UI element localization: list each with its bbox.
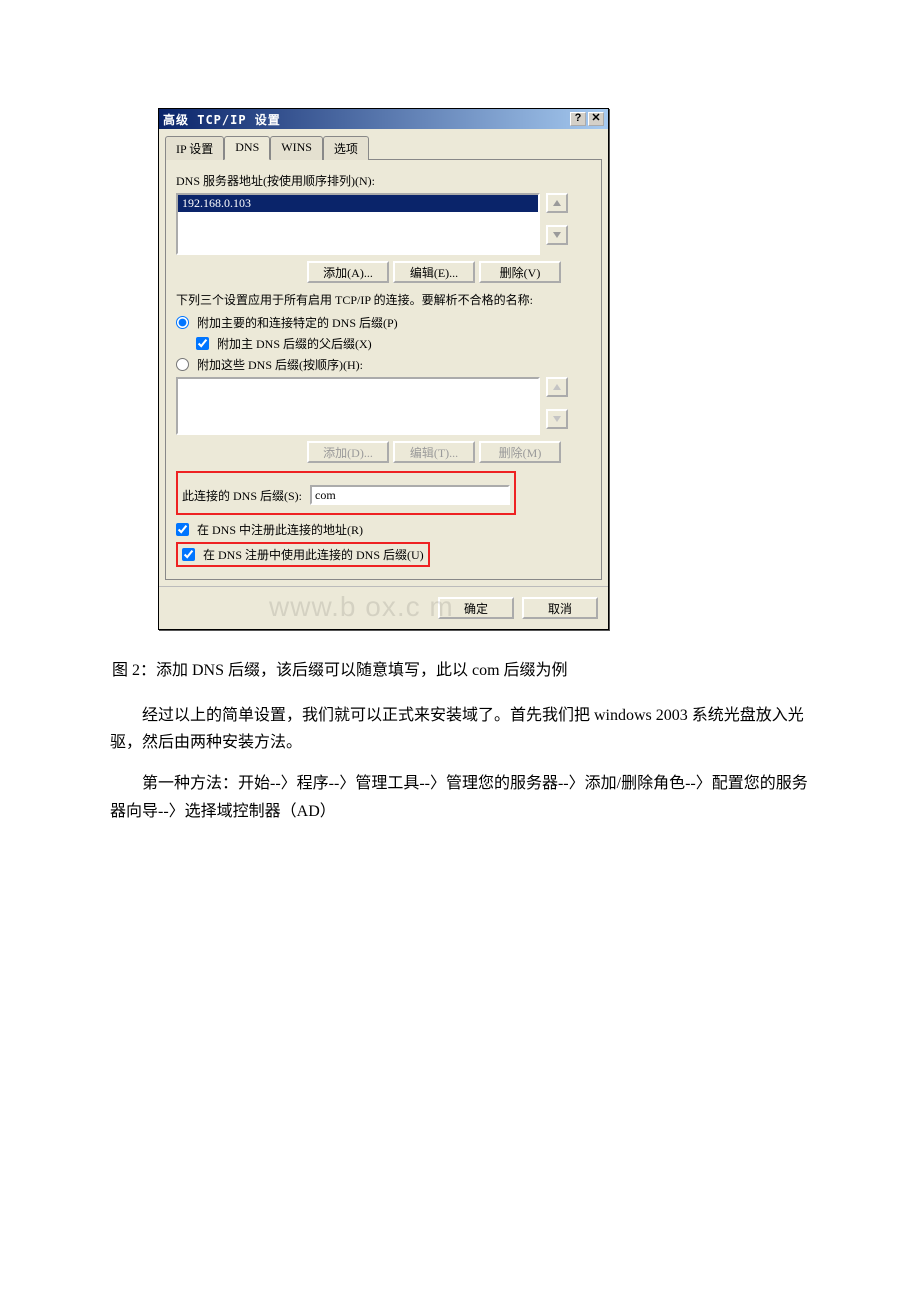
dns-tab-panel: DNS 服务器地址(按使用顺序排列)(N): 192.168.0.103 添加(… xyxy=(165,159,602,580)
edit-dns-server-button[interactable]: 编辑(E)... xyxy=(393,261,475,283)
dialog-title: 高级 TCP/IP 设置 xyxy=(163,111,281,128)
radio-primary-suffix-label: 附加主要的和连接特定的 DNS 后缀(P) xyxy=(197,314,398,331)
add-suffix-button[interactable]: 添加(D)... xyxy=(307,441,389,463)
watermark-text: www.b ox.c m xyxy=(269,591,454,623)
checkbox-register-address[interactable] xyxy=(176,523,189,536)
radio-primary-suffix[interactable] xyxy=(176,316,189,329)
dialog-footer: www.b ox.c m 确定 取消 xyxy=(159,586,608,629)
dns-server-item[interactable]: 192.168.0.103 xyxy=(178,195,538,212)
connection-suffix-input[interactable] xyxy=(310,485,510,505)
edit-suffix-button[interactable]: 编辑(T)... xyxy=(393,441,475,463)
connection-suffix-label: 此连接的 DNS 后缀(S): xyxy=(182,487,302,504)
move-up-button[interactable] xyxy=(546,193,568,213)
help-icon[interactable]: ? xyxy=(570,112,586,126)
radio-these-suffixes-label: 附加这些 DNS 后缀(按顺序)(H): xyxy=(197,356,363,373)
body-paragraph-2: 第一种方法：开始--〉程序--〉管理工具--〉管理您的服务器--〉添加/删除角色… xyxy=(110,770,810,824)
checkbox-register-address-label: 在 DNS 中注册此连接的地址(R) xyxy=(197,521,363,538)
checkbox-parent-suffix-label: 附加主 DNS 后缀的父后缀(X) xyxy=(217,335,372,352)
radio-these-suffixes[interactable] xyxy=(176,358,189,371)
three-settings-text: 下列三个设置应用于所有启用 TCP/IP 的连接。要解析不合格的名称: xyxy=(176,291,591,308)
tab-wins[interactable]: WINS xyxy=(270,136,323,160)
move-down-button[interactable] xyxy=(546,225,568,245)
close-icon[interactable]: ✕ xyxy=(588,112,604,126)
cancel-button[interactable]: 取消 xyxy=(522,597,598,619)
add-dns-server-button[interactable]: 添加(A)... xyxy=(307,261,389,283)
dns-servers-list[interactable]: 192.168.0.103 xyxy=(176,193,540,255)
suffix-move-down-button[interactable] xyxy=(546,409,568,429)
tab-ip-settings[interactable]: IP 设置 xyxy=(165,136,224,160)
dns-suffix-list[interactable] xyxy=(176,377,540,435)
figure-caption: 图 2：添加 DNS 后缀，该后缀可以随意填写，此以 com 后缀为例 xyxy=(112,656,752,680)
tab-dns[interactable]: DNS xyxy=(224,136,270,160)
remove-suffix-button[interactable]: 删除(M) xyxy=(479,441,561,463)
checkbox-use-suffix-label: 在 DNS 注册中使用此连接的 DNS 后缀(U) xyxy=(203,546,424,563)
tab-options[interactable]: 选项 xyxy=(323,136,369,160)
suffix-move-up-button[interactable] xyxy=(546,377,568,397)
dns-servers-label: DNS 服务器地址(按使用顺序排列)(N): xyxy=(176,172,591,189)
advanced-tcpip-dialog: 高级 TCP/IP 设置 ? ✕ IP 设置 DNS WINS 选项 DNS 服… xyxy=(158,108,609,630)
ok-button[interactable]: 确定 xyxy=(438,597,514,619)
checkbox-parent-suffix[interactable] xyxy=(196,337,209,350)
remove-dns-server-button[interactable]: 删除(V) xyxy=(479,261,561,283)
body-paragraph-1: 经过以上的简单设置，我们就可以正式来安装域了。首先我们把 windows 200… xyxy=(110,702,810,756)
titlebar: 高级 TCP/IP 设置 ? ✕ xyxy=(159,109,608,129)
tab-strip: IP 设置 DNS WINS 选项 xyxy=(159,129,608,159)
checkbox-use-suffix[interactable] xyxy=(182,548,195,561)
